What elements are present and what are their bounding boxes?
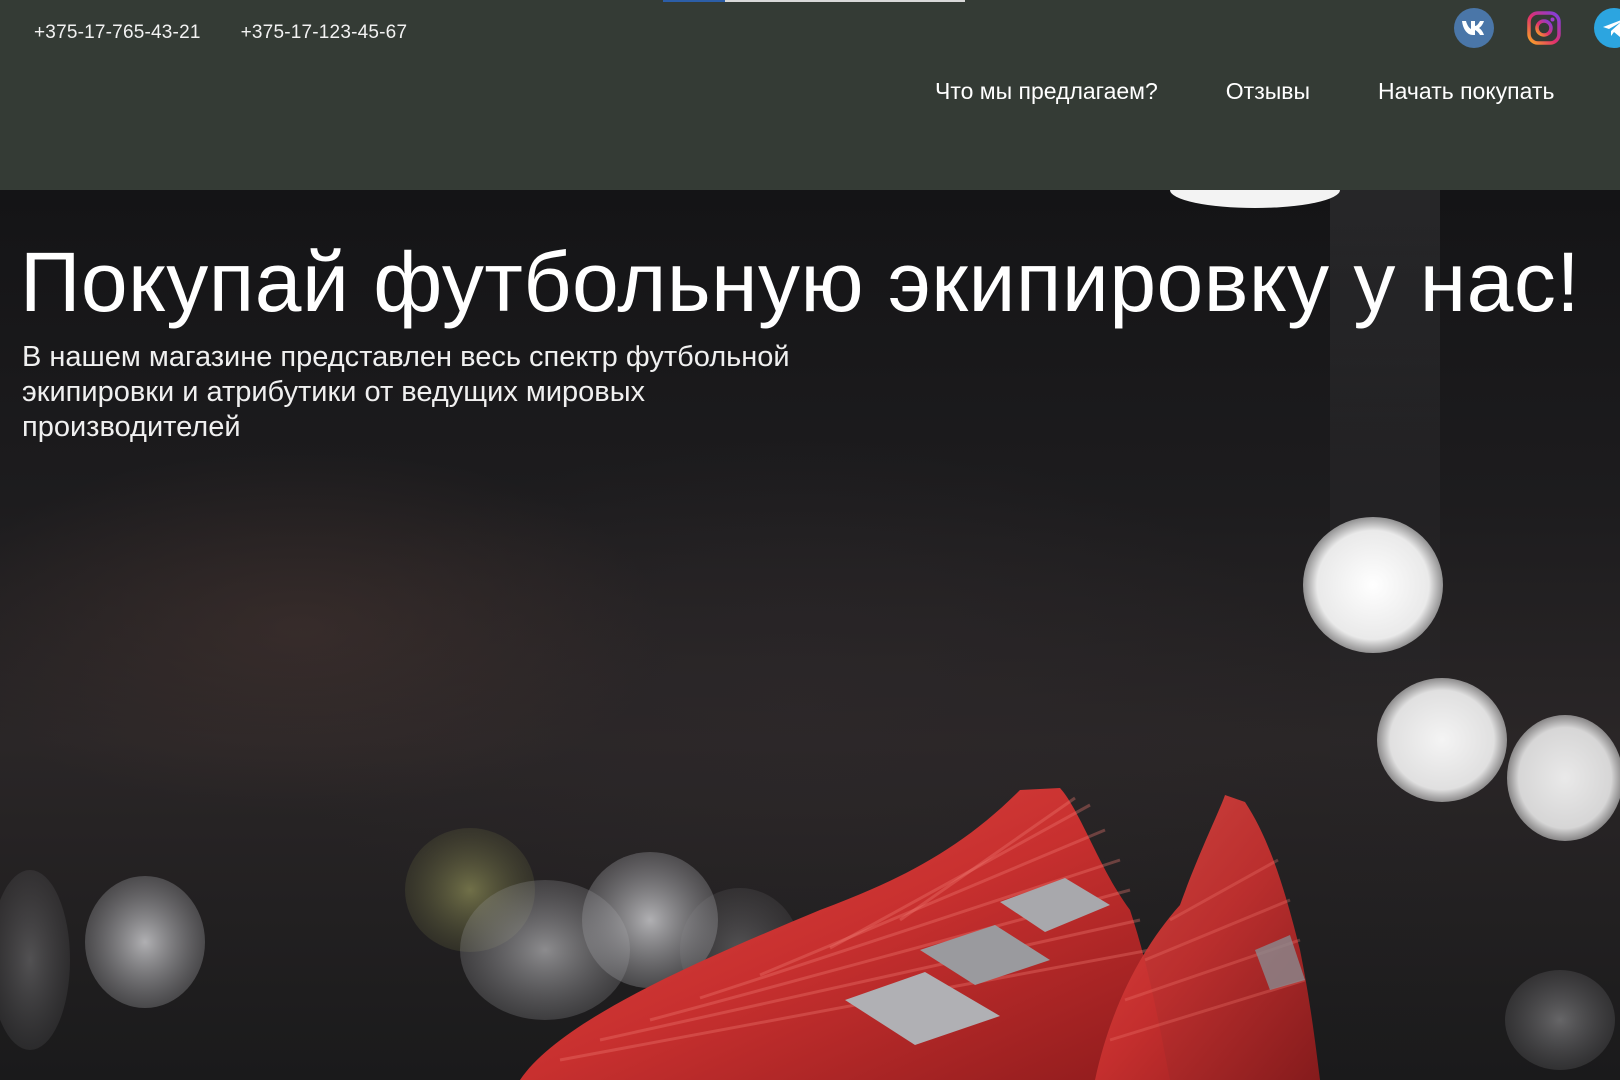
vk-link[interactable] — [1454, 8, 1494, 48]
telegram-link[interactable] — [1594, 8, 1620, 48]
hero-description: В нашем магазине представлен весь спектр… — [22, 341, 790, 443]
progress-track — [725, 0, 965, 2]
instagram-icon — [1527, 11, 1561, 45]
page: +375-17-765-43-21 +375-17-123-45-67 Что … — [0, 0, 1620, 1080]
vk-icon — [1462, 21, 1484, 35]
hero-banner: Покупай футбольную экипировку у нас! В н… — [0, 190, 1620, 1080]
instagram-link[interactable] — [1524, 8, 1564, 48]
nav-item-start-shopping[interactable]: Начать покупать — [1378, 74, 1554, 108]
progress-fill — [663, 0, 725, 2]
nav-item-offers[interactable]: Что мы предлагаем? — [935, 74, 1158, 108]
telegram-icon — [1603, 20, 1620, 37]
phone-link-1[interactable]: +375-17-765-43-21 — [34, 20, 201, 46]
social-links — [1454, 8, 1620, 48]
phone-list: +375-17-765-43-21 +375-17-123-45-67 — [34, 20, 407, 46]
nav-item-reviews[interactable]: Отзывы — [1226, 74, 1310, 108]
page-load-progress — [663, 0, 965, 2]
hero-title: Покупай футбольную экипировку у нас! — [20, 235, 1581, 329]
main-nav: Что мы предлагаем? Отзывы Начать покупат… — [935, 74, 1554, 108]
site-header: +375-17-765-43-21 +375-17-123-45-67 Что … — [0, 0, 1620, 190]
phone-link-2[interactable]: +375-17-123-45-67 — [241, 20, 408, 46]
